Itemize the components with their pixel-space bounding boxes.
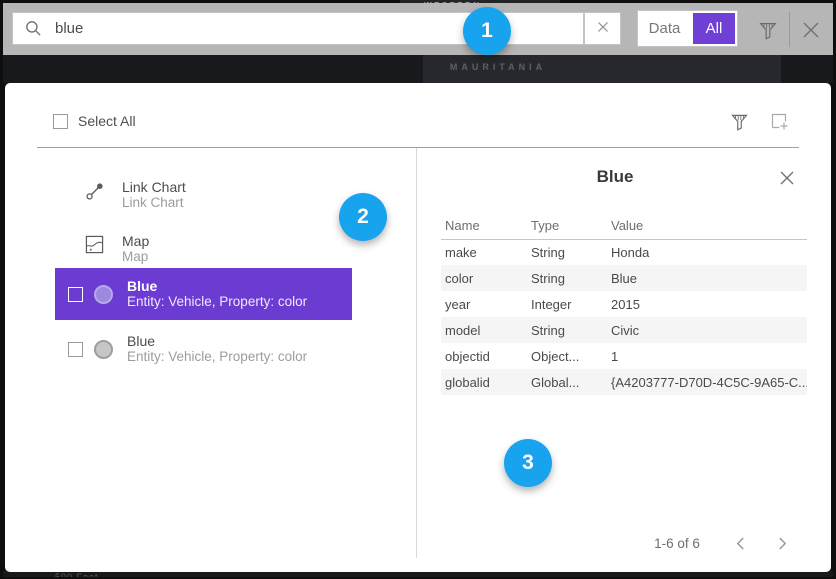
table-row: model String Civic	[441, 317, 807, 343]
list-item-subtitle: Link Chart	[122, 195, 186, 211]
map-landmass	[781, 55, 833, 83]
toolbar-divider	[789, 12, 790, 47]
list-item-subtitle: Map	[122, 249, 149, 265]
map-label-mauritania: MAURITANIA	[423, 62, 573, 72]
search-results-panel: Select All Link Chart Link Chart Map	[5, 83, 831, 572]
table-row: year Integer 2015	[441, 291, 807, 317]
result-subtitle: Entity: Vehicle, Property: color	[127, 294, 307, 310]
filter-icon[interactable]	[756, 18, 780, 42]
result-title: Blue	[127, 333, 307, 349]
callout-badge-2: 2	[339, 193, 387, 241]
callout-badge-1: 1	[463, 7, 511, 55]
search-query-text: blue	[55, 20, 83, 37]
toggle-option-all[interactable]: All	[693, 13, 735, 44]
entity-dot-icon	[94, 285, 113, 304]
app-window: WESTERN MAURITANIA 500 Feet blue Data Al…	[0, 0, 836, 579]
row-checkbox[interactable]	[68, 287, 83, 302]
result-title: Blue	[127, 278, 307, 294]
clear-search-button[interactable]	[584, 12, 621, 45]
table-row: objectid Object... 1	[441, 343, 807, 369]
search-bar: blue Data All	[3, 3, 833, 55]
results-filter-icon[interactable]	[727, 109, 751, 133]
map-icon	[85, 233, 107, 265]
map-scale-label: 500 Feet	[55, 572, 99, 577]
result-row-blue[interactable]: Blue Entity: Vehicle, Property: color	[55, 325, 352, 373]
data-all-toggle: Data All	[637, 10, 738, 47]
add-to-selection-icon[interactable]	[768, 110, 790, 132]
col-header-value: Value	[607, 213, 807, 239]
link-chart-icon	[85, 179, 107, 211]
select-all-checkbox[interactable]	[53, 114, 68, 129]
callout-badge-3: 3	[504, 439, 552, 487]
map-landmass	[3, 55, 423, 83]
pagination-next-icon[interactable]	[773, 534, 791, 552]
table-row: make String Honda	[441, 239, 807, 265]
entity-dot-icon	[94, 340, 113, 359]
list-item-title: Map	[122, 233, 149, 249]
pagination-prev-icon[interactable]	[731, 534, 749, 552]
col-header-type: Type	[527, 213, 607, 239]
column-divider	[416, 148, 417, 558]
close-search-icon[interactable]	[797, 16, 824, 43]
row-checkbox[interactable]	[68, 342, 83, 357]
list-item-title: Link Chart	[122, 179, 186, 195]
select-all-label: Select All	[78, 113, 136, 129]
list-item-map[interactable]: Map Map	[85, 233, 149, 265]
table-row: globalid Global... {A4203777-D70D-4C5C-9…	[441, 369, 807, 395]
header-divider	[37, 147, 799, 148]
detail-close-icon[interactable]	[777, 168, 797, 188]
attributes-table: Name Type Value make String Honda color …	[441, 213, 807, 395]
result-subtitle: Entity: Vehicle, Property: color	[127, 349, 307, 365]
list-item-link-chart[interactable]: Link Chart Link Chart	[85, 179, 186, 211]
table-header-row: Name Type Value	[441, 213, 807, 239]
table-row: color String Blue	[441, 265, 807, 291]
detail-panel-title: Blue	[425, 167, 805, 187]
pagination-range: 1-6 of 6	[641, 536, 713, 551]
result-row-blue-selected[interactable]: Blue Entity: Vehicle, Property: color	[55, 268, 352, 320]
clear-x-icon	[597, 20, 609, 38]
col-header-name: Name	[441, 213, 527, 239]
toggle-option-data[interactable]: Data	[638, 20, 691, 37]
map-background: MAURITANIA	[3, 55, 833, 83]
search-icon	[25, 20, 42, 37]
